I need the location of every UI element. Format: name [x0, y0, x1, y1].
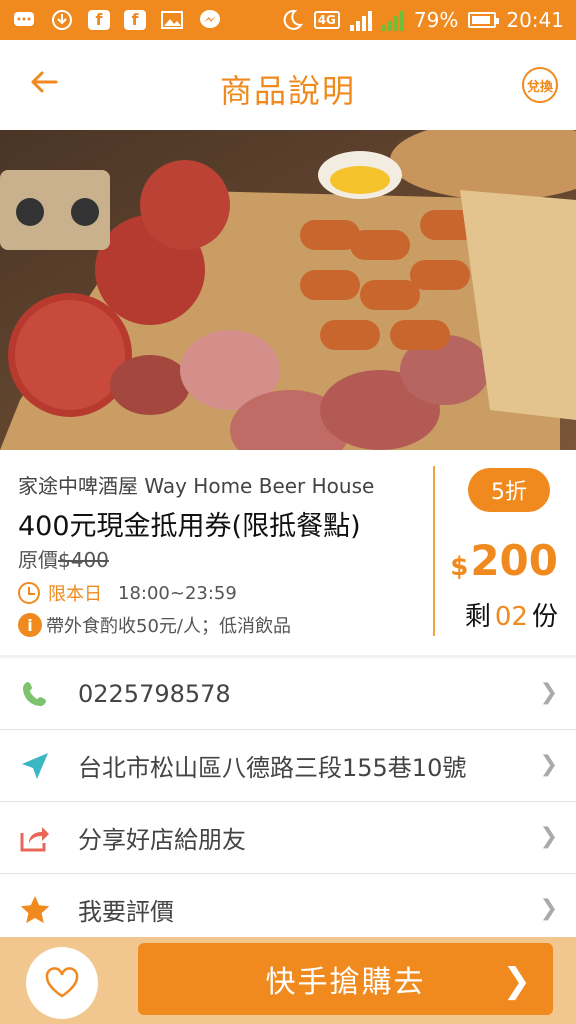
phone-row[interactable]: 0225798578 ❯ — [0, 658, 576, 730]
signal-icon — [349, 9, 372, 31]
share-row[interactable]: 分享好店給朋友 ❯ — [0, 802, 576, 874]
star-icon — [18, 893, 52, 927]
chevron-right-icon: ❯ — [539, 752, 558, 777]
battery-icon — [468, 12, 500, 28]
discount-badge: 5折 — [468, 468, 550, 512]
notification-icons: f f — [12, 8, 222, 32]
original-price-label: 原價 — [18, 548, 58, 572]
battery-percent: 79% — [413, 8, 459, 32]
chevron-right-icon: ❯ — [502, 961, 533, 1001]
chevron-right-icon: ❯ — [539, 824, 558, 849]
heart-icon — [45, 967, 79, 998]
note-row: i 帶外食酌收50元/人；低消飲品 — [18, 612, 291, 638]
deal-info: 家途中啤酒屋 Way Home Beer House 400元現金抵用券(限抵餐… — [0, 450, 576, 655]
action-list: 0225798578 ❯ 台北市松山區八德路三段155巷10號 ❯ 分享好店給朋… — [0, 658, 576, 946]
download-icon — [50, 8, 74, 32]
bottom-bar: 快手搶購去 ❯ — [0, 937, 576, 1024]
currency-symbol: $ — [450, 552, 469, 582]
review-row[interactable]: 我要評價 ❯ — [0, 874, 576, 946]
remaining-prefix: 剩 — [464, 602, 491, 632]
remaining-number: 02 — [494, 602, 528, 632]
share-label: 分享好店給朋友 — [78, 826, 246, 854]
image-icon — [160, 8, 184, 32]
exchange-button[interactable]: 兌換 — [522, 67, 558, 103]
review-label: 我要評價 — [78, 898, 174, 926]
time-row: 限本日 18:00~23:59 — [18, 580, 237, 606]
chevron-right-icon: ❯ — [539, 896, 558, 921]
share-icon — [18, 821, 52, 855]
facebook-icon: f — [88, 10, 110, 30]
buy-now-button[interactable]: 快手搶購去 ❯ — [138, 943, 553, 1015]
store-name: 家途中啤酒屋 Way Home Beer House — [18, 474, 375, 498]
sale-price: $ 200 — [450, 536, 558, 585]
system-status: 4G 79% 20:41 — [280, 8, 564, 32]
time-range: 18:00~23:59 — [118, 582, 237, 604]
page-title: 商品說明 — [219, 72, 356, 110]
location-arrow-icon — [18, 749, 52, 783]
time-label: 限本日 — [48, 584, 102, 605]
network-type: 4G — [313, 11, 340, 29]
product-image — [0, 130, 576, 450]
info-icon: i — [18, 613, 42, 637]
chevron-right-icon: ❯ — [539, 680, 558, 705]
phone-number: 0225798578 — [78, 679, 231, 708]
divider — [433, 466, 435, 636]
deal-title: 400元現金抵用券(限抵餐點) — [18, 511, 361, 542]
remaining-suffix: 份 — [531, 602, 558, 632]
original-price: 原價$400 — [18, 544, 109, 573]
original-price-value: $400 — [58, 548, 109, 572]
address: 台北市松山區八德路三段155巷10號 — [78, 754, 467, 782]
favorite-button[interactable] — [26, 947, 98, 1019]
facebook-icon: f — [124, 10, 146, 30]
address-row[interactable]: 台北市松山區八德路三段155巷10號 ❯ — [0, 730, 576, 802]
phone-icon — [18, 677, 52, 711]
remaining-count: 剩 02 份 — [465, 596, 558, 633]
message-icon — [12, 8, 36, 32]
buy-now-label: 快手搶購去 — [265, 965, 426, 1000]
status-bar: f f 4G 79% 20:41 — [0, 0, 576, 40]
clock: 20:41 — [506, 8, 564, 32]
app-bar: 商品說明 兌換 — [0, 40, 576, 130]
messenger-icon — [198, 8, 222, 32]
moon-icon — [280, 8, 304, 32]
clock-icon — [18, 582, 40, 604]
signal-icon-sim2 — [381, 9, 404, 31]
note-text: 帶外食酌收50元/人；低消飲品 — [46, 616, 291, 637]
price-amount: 200 — [470, 536, 558, 585]
